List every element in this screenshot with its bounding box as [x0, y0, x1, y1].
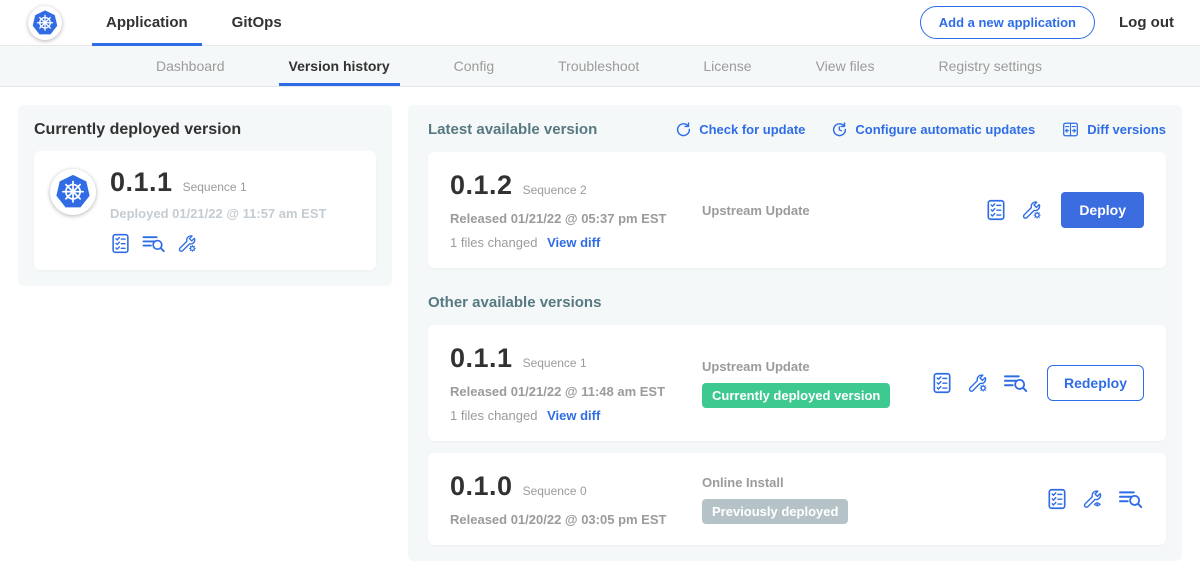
released-timestamp: Released 01/21/22 @ 05:37 pm EST [450, 211, 702, 226]
files-changed-label: 1 files changed [450, 408, 537, 423]
subnav-tab-license[interactable]: License [697, 46, 757, 86]
subnav-tab-troubleshoot[interactable]: Troubleshoot [552, 46, 645, 86]
view-config-wrench-eye-icon[interactable] [1082, 488, 1104, 510]
configure-automatic-updates-label: Configure automatic updates [855, 122, 1035, 137]
previously-deployed-badge: Previously deployed [702, 499, 848, 524]
view-diff-link[interactable]: View diff [547, 408, 600, 423]
kubernetes-logo-icon [28, 6, 62, 40]
files-changed-label: 1 files changed [450, 235, 537, 250]
refresh-icon [675, 121, 692, 138]
version-row: 0.1.0 Sequence 0 Released 01/20/22 @ 03:… [428, 453, 1166, 545]
subnav-tab-dashboard[interactable]: Dashboard [150, 46, 231, 86]
edit-config-wrench-gear-icon[interactable] [967, 372, 989, 394]
edit-config-wrench-gear-icon[interactable] [177, 233, 198, 254]
diff-versions-icon [1061, 121, 1080, 138]
version-row: 0.1.2 Sequence 2 Released 01/21/22 @ 05:… [428, 152, 1166, 268]
deployed-panel-title: Currently deployed version [34, 121, 376, 139]
view-diff-link[interactable]: View diff [547, 235, 600, 250]
deploy-logs-icon[interactable] [1118, 488, 1144, 510]
check-for-update-link[interactable]: Check for update [675, 121, 805, 138]
other-versions-title: Other available versions [428, 294, 1166, 311]
deploy-logs-icon[interactable] [1003, 372, 1029, 394]
version-source-label: Upstream Update [702, 203, 985, 218]
version-history-panel: Latest available version Check for updat… [408, 105, 1182, 561]
preflight-checklist-icon[interactable] [1046, 488, 1068, 510]
currently-deployed-panel: Currently deployed version 0.1.1 Sequenc… [18, 105, 392, 286]
deploy-logs-icon[interactable] [141, 233, 167, 254]
add-application-button[interactable]: Add a new application [920, 6, 1095, 39]
tab-application[interactable]: Application [92, 0, 202, 46]
app-header: Application GitOps Add a new application… [0, 0, 1200, 46]
latest-version-title: Latest available version [428, 121, 597, 138]
subnav-tab-config[interactable]: Config [448, 46, 500, 86]
configure-automatic-updates-link[interactable]: Configure automatic updates [831, 121, 1035, 138]
deployed-version-card: 0.1.1 Sequence 1 Deployed 01/21/22 @ 11:… [34, 151, 376, 270]
diff-versions-link[interactable]: Diff versions [1061, 121, 1166, 138]
preflight-checklist-icon[interactable] [931, 372, 953, 394]
edit-config-wrench-gear-icon[interactable] [1021, 199, 1043, 221]
preflight-checklist-icon[interactable] [110, 233, 131, 254]
sequence-label: Sequence 0 [523, 484, 587, 498]
version-number: 0.1.1 [450, 343, 513, 374]
logout-button[interactable]: Log out [1119, 14, 1174, 31]
version-number: 0.1.2 [450, 170, 513, 201]
version-row: 0.1.1 Sequence 1 Released 01/21/22 @ 11:… [428, 325, 1166, 441]
sequence-label: Sequence 2 [523, 183, 587, 197]
subnav-tab-registry-settings[interactable]: Registry settings [932, 46, 1047, 86]
subnav-tab-version-history[interactable]: Version history [283, 46, 396, 86]
tab-gitops[interactable]: GitOps [218, 0, 296, 46]
released-timestamp: Released 01/20/22 @ 03:05 pm EST [450, 512, 702, 527]
preflight-checklist-icon[interactable] [985, 199, 1007, 221]
check-for-update-label: Check for update [699, 122, 805, 137]
currently-deployed-badge: Currently deployed version [702, 383, 890, 408]
diff-versions-label: Diff versions [1087, 122, 1166, 137]
app-subnav: Dashboard Version history Config Trouble… [0, 46, 1200, 87]
sequence-label: Sequence 1 [523, 356, 587, 370]
schedule-update-icon [831, 121, 848, 138]
app-logo-icon [50, 169, 96, 215]
app-nav: Application GitOps [92, 0, 312, 46]
deployed-timestamp: Deployed 01/21/22 @ 11:57 am EST [110, 206, 326, 221]
version-source-label: Upstream Update [702, 359, 931, 374]
redeploy-button[interactable]: Redeploy [1047, 365, 1144, 401]
version-source-label: Online Install [702, 475, 1046, 490]
deploy-button[interactable]: Deploy [1061, 192, 1144, 228]
deployed-version-number: 0.1.1 [110, 167, 173, 198]
released-timestamp: Released 01/21/22 @ 11:48 am EST [450, 384, 702, 399]
version-number: 0.1.0 [450, 471, 513, 502]
deployed-sequence-label: Sequence 1 [183, 180, 247, 194]
subnav-tab-view-files[interactable]: View files [810, 46, 881, 86]
